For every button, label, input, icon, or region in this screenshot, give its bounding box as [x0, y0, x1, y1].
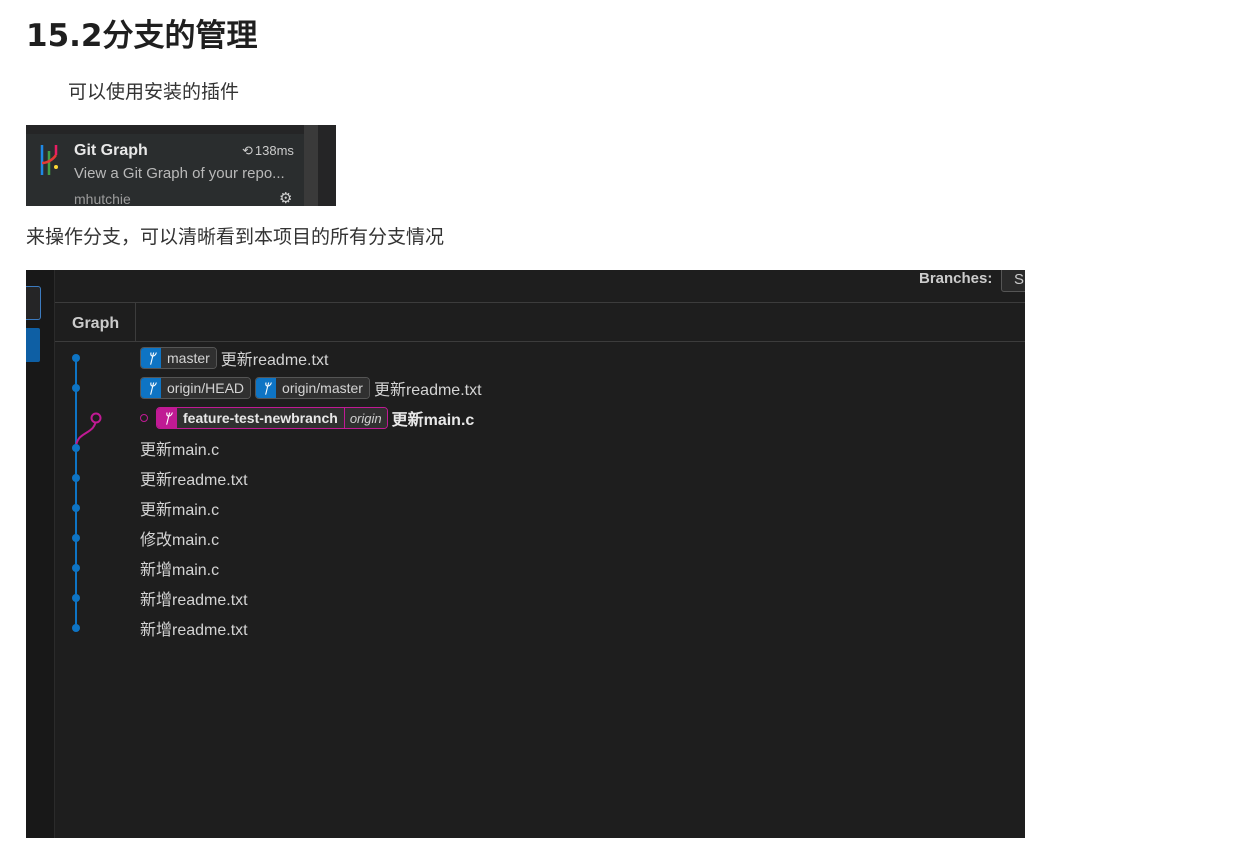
branch-ref-name: master	[161, 348, 216, 368]
extension-card[interactable]: Git Graph ⟲ 138ms View a Git Graph of you…	[26, 125, 336, 206]
extension-description: View a Git Graph of your repo...	[74, 165, 285, 182]
commit-message: 更新readme.txt	[220, 352, 329, 369]
commit-message: 修改main.c	[140, 532, 220, 549]
history-icon: ⟲	[242, 143, 253, 158]
commit-dot	[72, 564, 80, 572]
page-heading: 15.2分支的管理	[26, 18, 258, 54]
commit-message: 更新readme.txt	[373, 382, 482, 399]
git-graph-panel: Branches: S Graph ᛘ master 更新readme.txt ᛘ or…	[26, 270, 1025, 838]
commit-message: 新增readme.txt	[140, 622, 248, 639]
scrollbar[interactable]	[304, 125, 318, 206]
branch-ref[interactable]: ᛘ master	[140, 347, 217, 369]
remote-ref-name: origin	[343, 408, 387, 428]
commit-dot	[72, 354, 80, 362]
branch-icon: ᛘ	[157, 408, 177, 428]
commit-dot	[72, 444, 80, 452]
branch-ref-name: origin/HEAD	[161, 378, 251, 398]
branches-label: Branches:	[919, 270, 993, 287]
commit-dot	[72, 504, 80, 512]
branch-icon: ᛘ	[256, 378, 277, 398]
branch-ref[interactable]: ᛘ origin/HEAD	[140, 377, 252, 399]
branch-ref[interactable]: ᛘ origin/master	[255, 377, 370, 399]
branches-dropdown[interactable]: S	[1001, 270, 1025, 292]
commit-message: 更新main.c	[140, 502, 220, 519]
extension-name: Git Graph	[74, 142, 148, 159]
git-graph-logo-icon	[40, 145, 58, 175]
branch-ref[interactable]: ᛘ feature-test-newbranch origin	[156, 407, 388, 429]
commit-graph	[72, 354, 102, 632]
commit-dot	[72, 474, 80, 482]
commit-dot	[72, 594, 80, 602]
commit-dot	[90, 412, 102, 424]
commit-message: 新增readme.txt	[140, 592, 248, 609]
install-time: ⟲ 138ms	[242, 143, 294, 158]
branch-ref-name: origin/master	[276, 378, 369, 398]
commit-dot	[72, 534, 80, 542]
commit-message: 更新main.c	[391, 412, 475, 429]
gear-icon[interactable]: ⚙	[279, 189, 292, 206]
commit-dot	[72, 624, 80, 632]
commit-dot	[72, 384, 80, 392]
commit-message: 更新readme.txt	[140, 472, 248, 489]
branch-ref-name: feature-test-newbranch	[177, 408, 344, 428]
commit-message: 更新main.c	[140, 442, 220, 459]
intro-text: 可以使用安装的插件	[68, 81, 240, 103]
outro-text: 来操作分支，可以清晰看到本项目的所有分支情况	[26, 226, 445, 248]
extension-author: mhutchie	[74, 191, 131, 206]
commit-message: 新增main.c	[140, 562, 220, 579]
